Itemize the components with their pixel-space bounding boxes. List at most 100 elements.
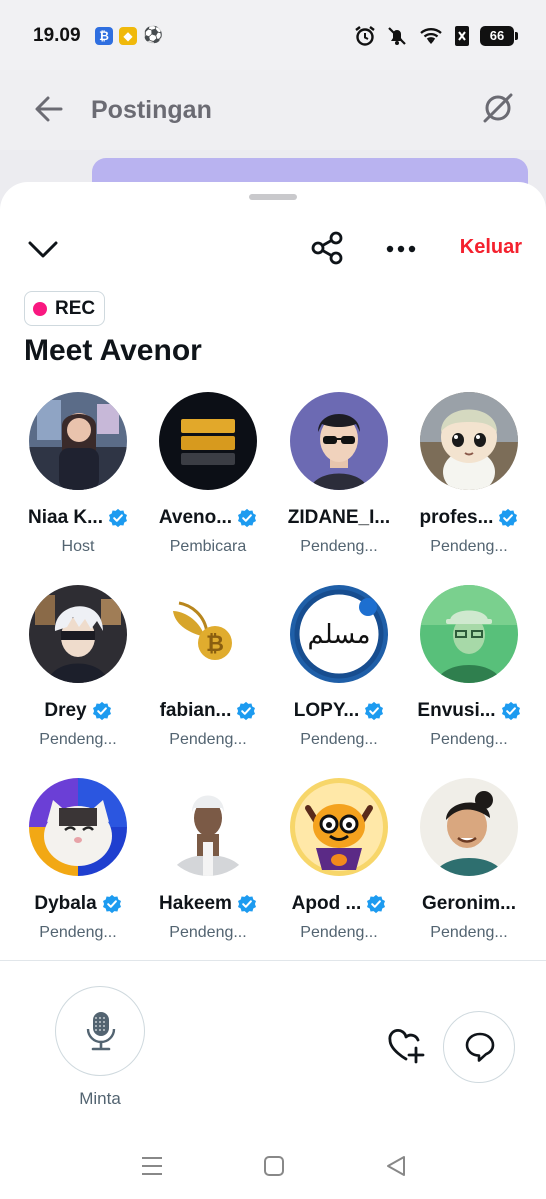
status-time: 19.09	[33, 25, 81, 46]
verified-badge-icon	[92, 701, 111, 721]
back-arrow-icon[interactable]	[33, 94, 65, 124]
system-icons: 66	[354, 24, 518, 48]
participant-role: Pendeng...	[300, 538, 378, 555]
participant-name: Dybala	[34, 893, 97, 914]
avatar[interactable]	[29, 585, 127, 683]
participant-role: Pendeng...	[430, 924, 508, 941]
avatar[interactable]	[290, 778, 388, 876]
verified-badge-icon	[501, 701, 520, 721]
participant-name: LOPY...	[293, 700, 360, 721]
participant-name: ZIDANE_I...	[287, 507, 391, 528]
bitcoin-app-icon: ₿	[95, 27, 113, 45]
participant-card[interactable]: Envusi... Pendeng...	[407, 585, 537, 755]
chevron-down-icon[interactable]	[26, 232, 60, 266]
no-sim-icon	[455, 26, 469, 46]
back-nav-icon[interactable]	[382, 1154, 412, 1178]
participant-card[interactable]: profes... Pendeng...	[407, 392, 537, 562]
participant-card[interactable]: ZIDANE_I... Pendeng...	[277, 392, 407, 562]
share-icon[interactable]	[309, 230, 345, 266]
avatar[interactable]	[159, 778, 257, 876]
wifi-icon	[420, 28, 442, 44]
verified-badge-icon	[238, 508, 257, 528]
recording-badge: REC	[24, 291, 106, 326]
verified-badge-icon	[108, 508, 127, 528]
participant-name-row: ZIDANE_I...	[277, 506, 401, 530]
participant-role: Host	[61, 538, 95, 555]
avatar[interactable]	[420, 778, 518, 876]
participant-name-row: fabian...	[146, 699, 270, 723]
participant-name: profes...	[419, 507, 494, 528]
post-header: Postingan	[0, 70, 546, 150]
verified-badge-icon	[367, 894, 386, 914]
recent-apps-icon[interactable]	[137, 1154, 167, 1178]
avatar[interactable]	[290, 392, 388, 490]
request-mic-label: Minta	[79, 1089, 121, 1108]
verified-badge-icon	[102, 894, 121, 914]
participant-role: Pendeng...	[430, 538, 508, 555]
verified-badge-icon	[237, 701, 256, 721]
svg-text:مسلم: مسلم	[307, 620, 370, 650]
participant-name: Drey	[44, 700, 87, 721]
svg-text:₿: ₿	[206, 632, 224, 657]
participant-card[interactable]: ₿ fabian... Pendeng...	[146, 585, 276, 755]
participant-name: Niaa K...	[28, 507, 103, 528]
participant-card[interactable]: Geronim... Pendeng...	[407, 778, 537, 948]
recording-label: REC	[55, 298, 96, 319]
participant-card[interactable]: مسلم LOPY... Pendeng...	[277, 585, 407, 755]
status-bar: 19.09 ₿ ◆ ⚽ 66	[0, 0, 546, 70]
recording-dot-icon	[33, 302, 47, 316]
mute-icon	[388, 27, 406, 45]
request-mic-button[interactable]	[55, 986, 145, 1076]
alarm-icon	[355, 26, 375, 46]
participant-name-row: Drey	[16, 699, 140, 723]
page-title: Postingan	[91, 96, 212, 124]
participant-role: Pendeng...	[169, 731, 247, 748]
participant-name: Envusi...	[417, 700, 496, 721]
binance-app-icon: ◆	[119, 27, 137, 45]
participant-name: Hakeem	[159, 893, 232, 914]
participant-name: fabian...	[159, 700, 232, 721]
verified-badge-icon	[499, 508, 518, 528]
participant-name-row: profes...	[407, 506, 531, 530]
avatar[interactable]	[29, 778, 127, 876]
participant-name-row: Hakeem	[146, 892, 270, 916]
spaces-settings-icon[interactable]	[480, 90, 516, 126]
football-app-icon: ⚽	[143, 27, 163, 44]
avatar[interactable]	[29, 392, 127, 490]
battery-indicator: 66	[480, 26, 518, 46]
verified-badge-icon	[365, 701, 384, 721]
home-icon[interactable]	[259, 1154, 289, 1178]
avatar[interactable]: مسلم	[290, 585, 388, 683]
divider	[0, 960, 546, 961]
participant-card[interactable]: Dybala Pendeng...	[16, 778, 146, 948]
participant-role: Pendeng...	[430, 731, 508, 748]
comment-button[interactable]	[443, 1011, 515, 1083]
participant-name: Geronim...	[422, 893, 516, 914]
participant-name-row: Dybala	[16, 892, 140, 916]
participant-card[interactable]: Niaa K... Host	[16, 392, 146, 562]
avatar[interactable]	[159, 392, 257, 490]
verified-badge-icon	[237, 894, 256, 914]
participant-card[interactable]: Hakeem Pendeng...	[146, 778, 276, 948]
participant-role: Pendeng...	[300, 731, 378, 748]
participant-card[interactable]: Aveno... Pembicara	[146, 392, 276, 562]
participant-card[interactable]: Drey Pendeng...	[16, 585, 146, 755]
avatar[interactable]	[420, 585, 518, 683]
participant-role: Pendeng...	[39, 731, 117, 748]
participant-name-row: LOPY...	[277, 699, 401, 723]
sheet-drag-handle[interactable]	[249, 194, 297, 200]
space-sheet: Keluar REC Meet Avenor Niaa K... Host Aven…	[0, 182, 546, 1199]
leave-button[interactable]: Keluar	[460, 236, 522, 259]
space-title: Meet Avenor	[24, 334, 202, 367]
participant-name: Apod ...	[291, 893, 362, 914]
avatar[interactable]	[420, 392, 518, 490]
microphone-icon	[86, 1012, 116, 1051]
more-options-icon[interactable]	[383, 234, 419, 264]
avatar[interactable]: ₿	[159, 585, 257, 683]
participant-role: Pendeng...	[300, 924, 378, 941]
system-nav-bar	[0, 1140, 546, 1199]
heart-plus-icon[interactable]	[386, 1028, 426, 1064]
participant-card[interactable]: Apod ... Pendeng...	[277, 778, 407, 948]
participant-role: Pendeng...	[169, 924, 247, 941]
participant-name-row: Apod ...	[277, 892, 401, 916]
